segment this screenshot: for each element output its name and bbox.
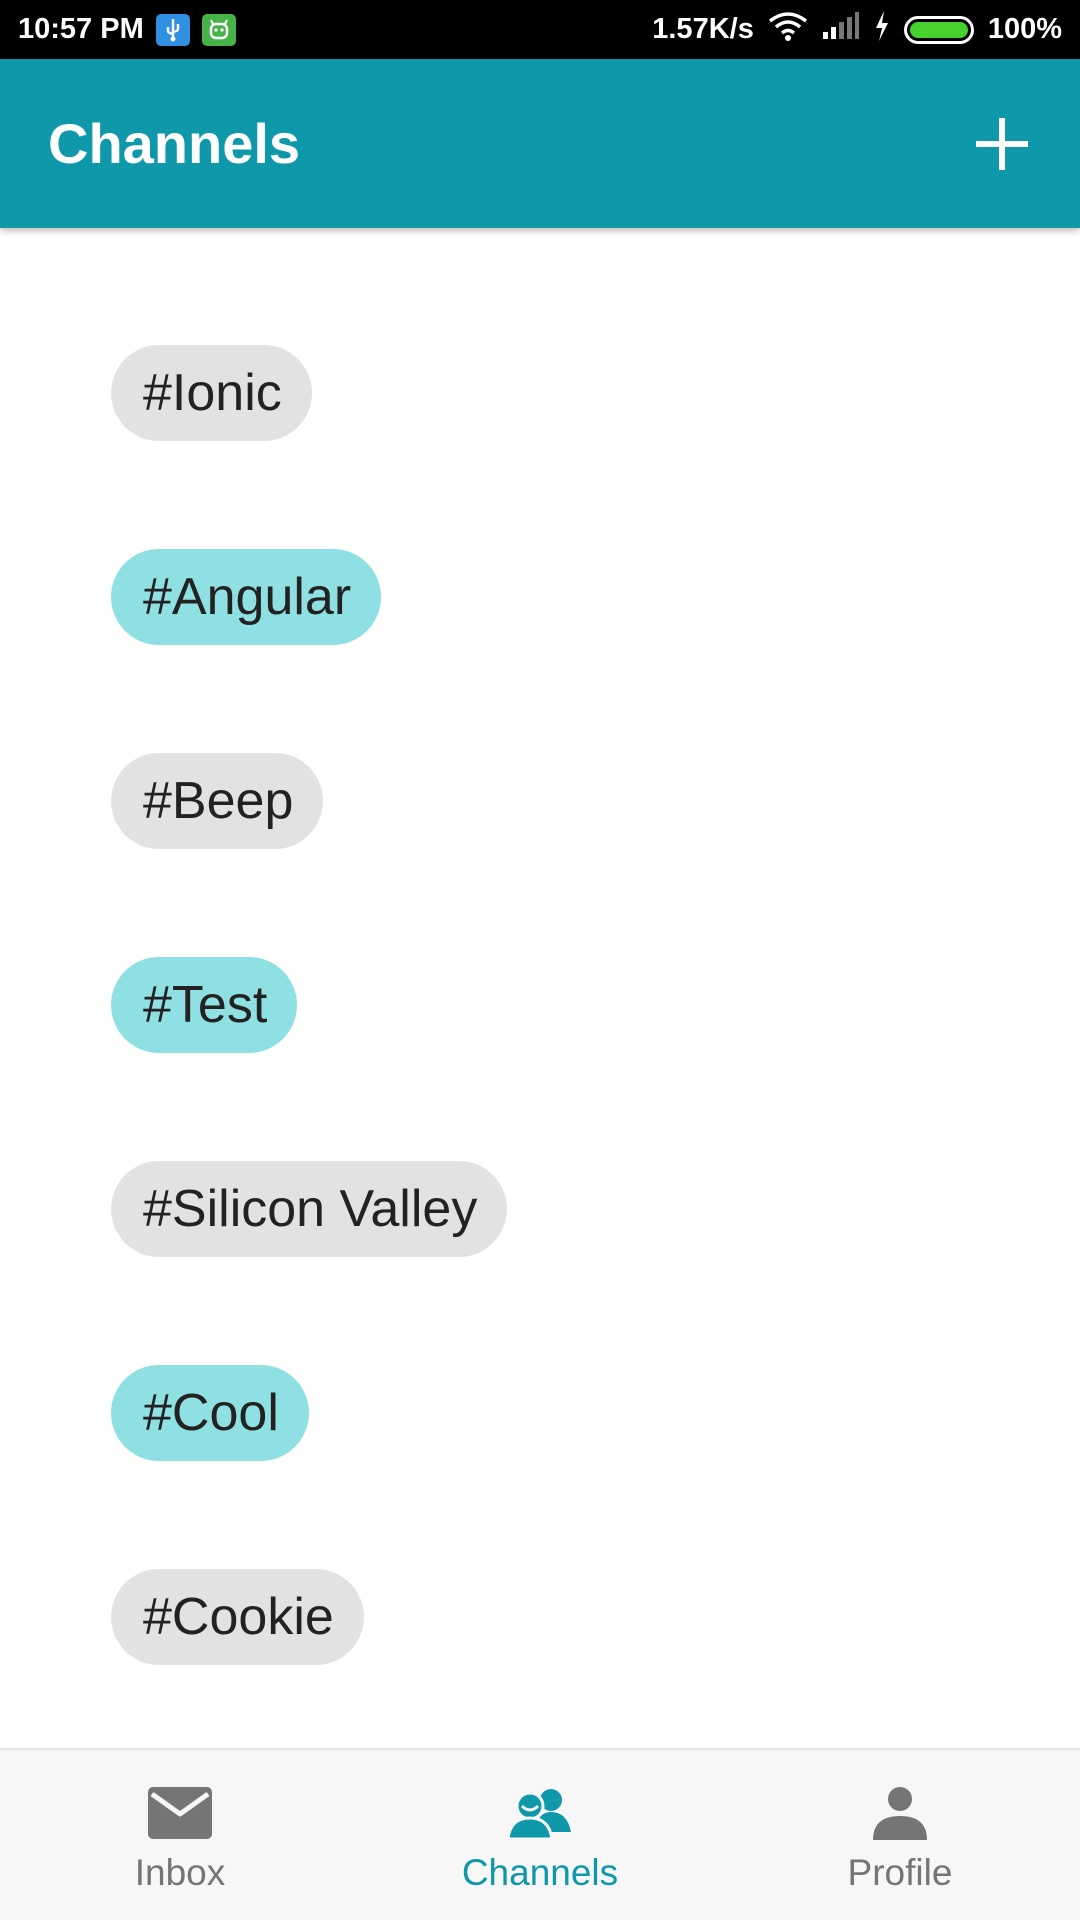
status-time: 10:57 PM xyxy=(18,13,144,45)
battery-percent: 100% xyxy=(987,13,1062,45)
list-item: #Cool xyxy=(0,1365,1080,1569)
signal-icon xyxy=(822,11,860,48)
battery-icon xyxy=(903,15,974,44)
page-title: Channels xyxy=(48,112,301,175)
envelope-icon xyxy=(147,1786,213,1840)
channel-chip-beep[interactable]: #Beep xyxy=(111,753,324,849)
list-item: #Ionic xyxy=(0,345,1080,549)
tab-channels[interactable]: Channels xyxy=(360,1750,720,1920)
people-icon xyxy=(507,1786,573,1840)
list-item: #Test xyxy=(0,957,1080,1161)
tab-inbox[interactable]: Inbox xyxy=(0,1750,360,1920)
channel-chip-ionic[interactable]: #Ionic xyxy=(111,345,312,441)
list-item: #Silicon Valley xyxy=(0,1161,1080,1365)
tab-label: Profile xyxy=(847,1852,953,1893)
list-item: #Angular xyxy=(0,549,1080,753)
add-channel-button[interactable] xyxy=(972,114,1032,174)
channel-chip-test[interactable]: #Test xyxy=(111,957,298,1053)
tab-label: Inbox xyxy=(134,1852,226,1893)
tab-label: Channels xyxy=(461,1852,619,1893)
list-item: #Beep xyxy=(0,753,1080,957)
list-item: #Cookie xyxy=(0,1569,1080,1773)
network-speed: 1.57K/s xyxy=(652,13,754,45)
usb-icon xyxy=(155,13,190,46)
person-icon xyxy=(867,1786,933,1840)
bottom-tab-bar: Inbox Channels Profile xyxy=(0,1748,1080,1920)
channel-chip-cookie[interactable]: #Cookie xyxy=(111,1569,364,1665)
channel-chip-angular[interactable]: #Angular xyxy=(111,549,382,645)
android-debug-icon xyxy=(201,13,236,46)
status-bar: 10:57 PM 1.57K/s 100% xyxy=(0,0,1080,59)
tab-profile[interactable]: Profile xyxy=(720,1750,1080,1920)
app-bar: Channels xyxy=(0,59,1080,228)
channel-chip-silicon-valley[interactable]: #Silicon Valley xyxy=(111,1161,508,1257)
wifi-icon xyxy=(768,11,808,49)
channel-list: #Ionic #Angular #Beep #Test #Silicon Val… xyxy=(0,228,1080,1746)
channel-chip-cool[interactable]: #Cool xyxy=(111,1365,309,1461)
charging-icon xyxy=(874,10,890,49)
